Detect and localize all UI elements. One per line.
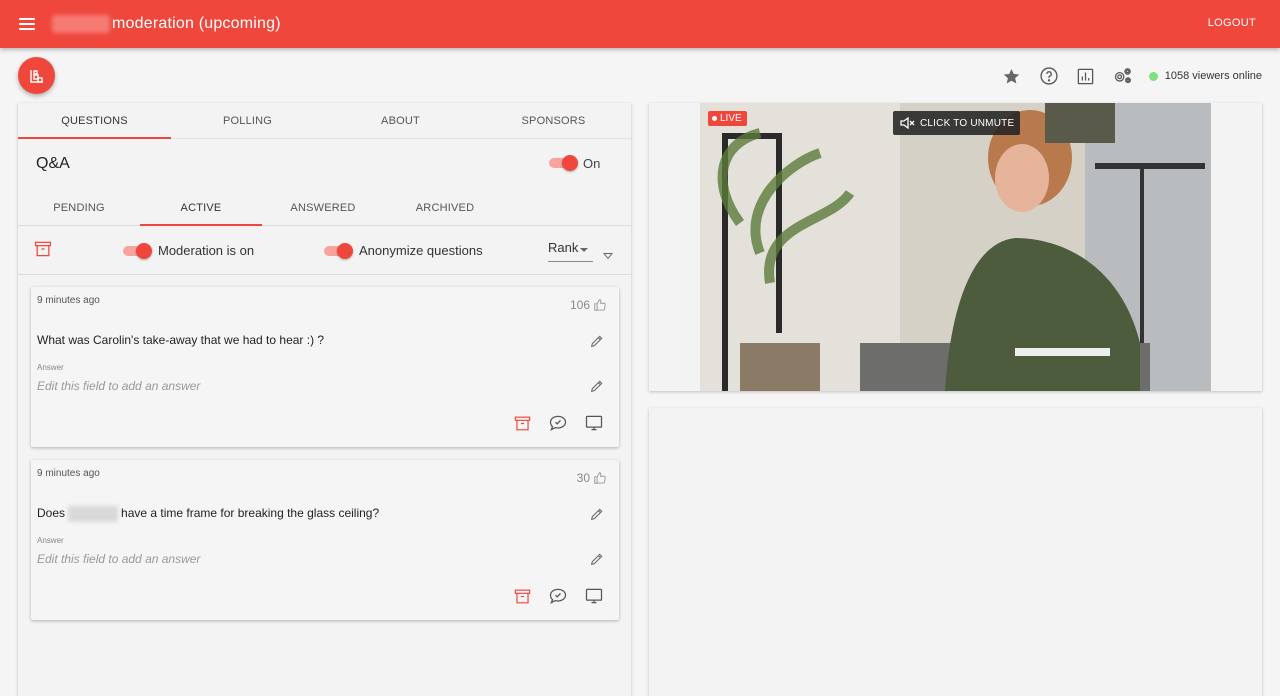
tab-questions[interactable]: QUESTIONS xyxy=(18,103,171,139)
answer-label: Answer xyxy=(37,536,64,545)
logout-button[interactable]: LOGOUT xyxy=(1208,17,1256,29)
main-tabs: QUESTIONS POLLING ABOUT SPONSORS xyxy=(18,103,631,139)
livestream-panel: LIVE CLICK TO UNMUTE xyxy=(649,103,1262,391)
answer-label: Answer xyxy=(37,363,64,372)
archive-all-icon[interactable] xyxy=(33,239,53,264)
layout-icon xyxy=(29,69,43,83)
live-dot-icon xyxy=(712,116,717,121)
app-bar: moderation (upcoming) LOGOUT xyxy=(0,0,1280,48)
unmute-button[interactable]: CLICK TO UNMUTE xyxy=(893,111,1021,135)
reply-chat-icon[interactable] xyxy=(547,585,569,607)
tab-archived[interactable]: ARCHIVED xyxy=(384,189,506,225)
thumbs-up-icon xyxy=(594,472,606,484)
star-icon[interactable] xyxy=(1000,64,1024,88)
sort-direction-icon[interactable] xyxy=(602,247,614,265)
answer-field[interactable]: Edit this field to add an answer xyxy=(37,379,200,393)
vote-count-value: 30 xyxy=(576,471,590,485)
question-text-end: have a time frame for breaking the glass… xyxy=(121,506,380,521)
question-text: Does have a time frame for breaking the g… xyxy=(37,506,379,522)
qa-toggle-label: On xyxy=(583,156,601,171)
moderation-label: Moderation is on xyxy=(158,243,255,258)
edit-answer-icon[interactable] xyxy=(587,549,607,569)
anonymize-toggle[interactable] xyxy=(324,243,353,259)
edit-question-icon[interactable] xyxy=(587,331,607,351)
chevron-down-icon xyxy=(580,248,588,252)
question-status-tabs: PENDING ACTIVE ANSWERED ARCHIVED xyxy=(18,189,631,226)
archive-icon[interactable] xyxy=(511,585,533,607)
tab-sponsors[interactable]: SPONSORS xyxy=(477,103,630,138)
viewers-online-count: 1058 viewers online xyxy=(1164,70,1262,82)
question-text-start: Does xyxy=(37,506,66,521)
tab-active[interactable]: ACTIVE xyxy=(140,189,262,226)
menu-icon[interactable] xyxy=(19,18,35,30)
speaker-muted-icon xyxy=(900,116,915,130)
show-on-screen-icon[interactable] xyxy=(583,412,605,434)
moderation-toggle[interactable] xyxy=(123,243,152,259)
page-title: moderation (upcoming) xyxy=(112,15,281,32)
tab-polling[interactable]: POLLING xyxy=(171,103,324,138)
redacted-name xyxy=(68,506,119,522)
archive-icon[interactable] xyxy=(511,412,533,434)
tab-about[interactable]: ABOUT xyxy=(324,103,477,138)
vote-count: 30 xyxy=(577,471,607,485)
question-text: What was Carolin's take-away that we had… xyxy=(37,333,325,347)
tab-answered[interactable]: ANSWERED xyxy=(262,189,384,225)
edit-answer-icon[interactable] xyxy=(587,376,607,396)
video-player[interactable]: LIVE CLICK TO UNMUTE xyxy=(700,103,1211,391)
settings-icon[interactable] xyxy=(1111,64,1135,88)
question-time: 9 minutes ago xyxy=(37,295,100,306)
qa-title: Q&A xyxy=(36,155,70,172)
vote-count: 106 xyxy=(570,298,607,312)
analytics-icon[interactable] xyxy=(1074,64,1098,88)
questions-panel: QUESTIONS POLLING ABOUT SPONSORS Q&A On … xyxy=(18,103,631,696)
online-status-dot xyxy=(1148,71,1158,81)
live-badge: LIVE xyxy=(708,111,747,126)
tab-pending[interactable]: PENDING xyxy=(18,189,140,225)
vote-count-value: 106 xyxy=(569,298,590,312)
show-on-screen-icon[interactable] xyxy=(583,585,605,607)
dashboard-fab-button[interactable] xyxy=(18,57,55,94)
help-icon[interactable] xyxy=(1037,64,1061,88)
sort-select[interactable]: Rank xyxy=(548,240,593,262)
thumbs-up-icon xyxy=(594,299,606,311)
edit-question-icon[interactable] xyxy=(587,504,607,524)
question-card: 9 minutes ago 106 What was Carolin's tak… xyxy=(31,287,619,447)
reply-chat-icon[interactable] xyxy=(547,412,569,434)
qa-enabled-toggle[interactable] xyxy=(549,155,578,171)
redacted-event-name xyxy=(52,15,110,33)
toolbar: 1058 viewers online xyxy=(987,64,1262,88)
sort-select-value: Rank xyxy=(548,240,579,255)
answer-field[interactable]: Edit this field to add an answer xyxy=(37,552,200,566)
question-card: 9 minutes ago 30 Does have a time frame f… xyxy=(31,460,619,620)
live-label: LIVE xyxy=(720,113,742,124)
unmute-label: CLICK TO UNMUTE xyxy=(920,117,1015,129)
question-time: 9 minutes ago xyxy=(37,468,100,479)
video-frame xyxy=(700,103,1211,391)
filter-row: Moderation is on Anonymize questions Ran… xyxy=(18,227,631,275)
anonymize-label: Anonymize questions xyxy=(359,243,483,258)
secondary-panel xyxy=(649,408,1262,696)
